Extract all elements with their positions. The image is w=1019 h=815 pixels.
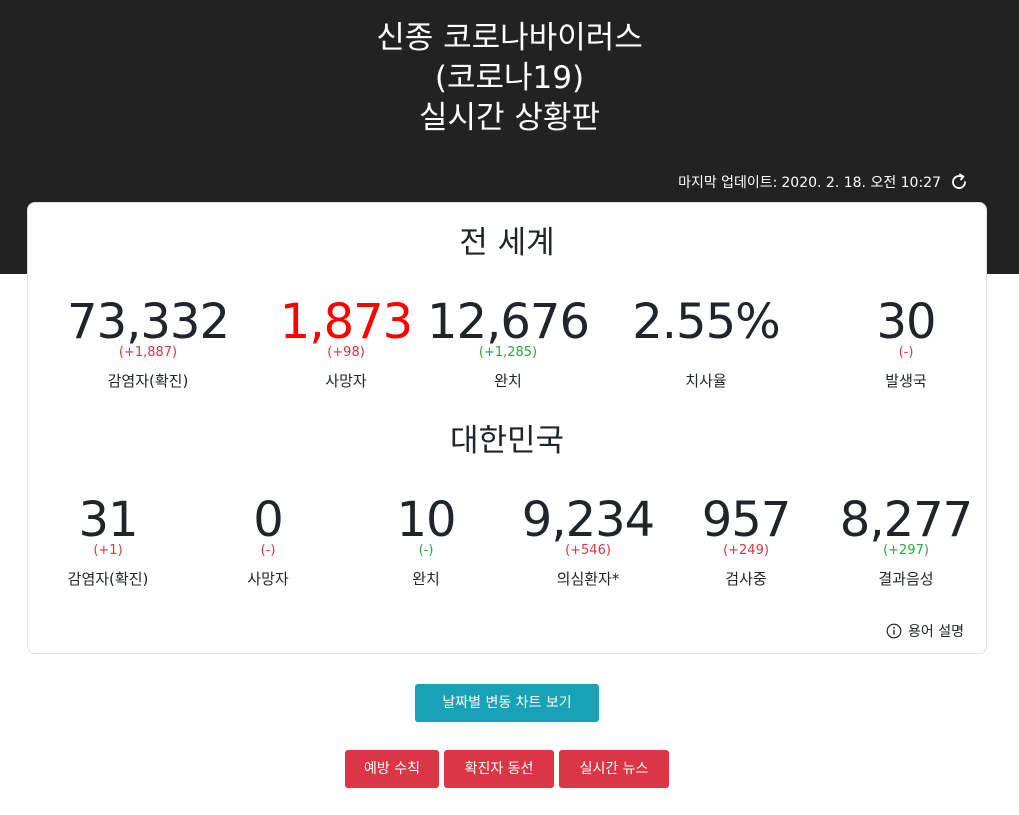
daily-chart-button[interactable]: 날짜별 변동 차트 보기 (415, 684, 599, 722)
last-update-time: 2020. 2. 18. 오전 10:27 (781, 175, 941, 191)
korea-testing-label: 검사중 (725, 570, 767, 588)
stats-card: 전 세계 73,332 (+1,887) 감염자(확진) 1,873 (+98)… (27, 202, 987, 654)
world-stat-countries: 30 (-) 발생국 (876, 294, 936, 391)
page-title-line-1: 신종 코로나바이러스 (376, 20, 643, 56)
glossary-label: 용어 설명 (908, 624, 964, 640)
korea-stat-recovered: 10 (-) 완치 (396, 492, 456, 589)
korea-testing-value: 957 (701, 492, 792, 548)
patient-route-button[interactable]: 확진자 동선 (444, 750, 554, 788)
page-title-line-2: (코로나19) (434, 60, 585, 96)
korea-recovered-value: 10 (396, 492, 456, 548)
world-deaths-label: 사망자 (325, 372, 367, 390)
korea-suspected-label: 의심환자* (556, 570, 620, 588)
world-confirmed-value: 73,332 (67, 294, 230, 350)
info-icon (886, 623, 902, 639)
korea-deaths-value: 0 (253, 492, 284, 548)
world-countries-value: 30 (876, 294, 936, 350)
prevention-button[interactable]: 예방 수칙 (345, 750, 439, 788)
world-fatality-label: 치사율 (685, 372, 727, 390)
world-section-title: 전 세계 (459, 225, 555, 261)
korea-negative-label: 결과음성 (878, 570, 934, 588)
korea-deaths-label: 사망자 (247, 570, 289, 588)
page-title: 신종 코로나바이러스 (코로나19) 실시간 상황판 (0, 18, 1019, 138)
page-title-line-3: 실시간 상황판 (419, 100, 600, 136)
world-recovered-label: 완치 (494, 372, 522, 390)
korea-stat-confirmed: 31 (+1) 감염자(확진) (68, 495, 149, 589)
korea-suspected-value: 9,234 (521, 492, 655, 548)
glossary-link[interactable]: 용어 설명 (886, 621, 964, 641)
world-countries-label: 발생국 (885, 372, 927, 390)
refresh-icon[interactable] (949, 172, 969, 192)
korea-negative-value: 8,277 (839, 492, 973, 548)
korea-confirmed-label: 감염자(확진) (67, 570, 149, 588)
world-stat-deaths: 1,873 (+98) 사망자 (279, 294, 413, 391)
korea-section-title: 대한민국 (449, 423, 565, 459)
last-update: 마지막 업데이트: 2020. 2. 18. 오전 10:27 (678, 170, 969, 194)
korea-stat-deaths: 0 (-) 사망자 (247, 495, 288, 589)
korea-stat-negative: 8,277 (+297) 결과음성 (839, 492, 973, 589)
world-fatality-value: 2.55% (632, 294, 780, 350)
last-update-label: 마지막 업데이트: (678, 175, 778, 191)
korea-stat-suspected: 9,234 (+546) 의심환자* (521, 492, 655, 589)
world-stat-confirmed: 73,332 (+1,887) 감염자(확진) (67, 294, 230, 391)
world-stat-recovered: 12,676 (+1,285) 완치 (427, 294, 590, 391)
korea-recovered-label: 완치 (412, 570, 440, 588)
world-deaths-value: 1,873 (279, 294, 413, 350)
world-confirmed-label: 감염자(확진) (107, 372, 189, 390)
world-recovered-value: 12,676 (427, 294, 590, 350)
korea-stat-testing: 957 (+249) 검사중 (701, 492, 792, 589)
korea-confirmed-value: 31 (78, 492, 138, 548)
world-stat-fatality-rate: 2.55% 치사율 (632, 294, 780, 391)
live-news-button[interactable]: 실시간 뉴스 (559, 750, 669, 788)
